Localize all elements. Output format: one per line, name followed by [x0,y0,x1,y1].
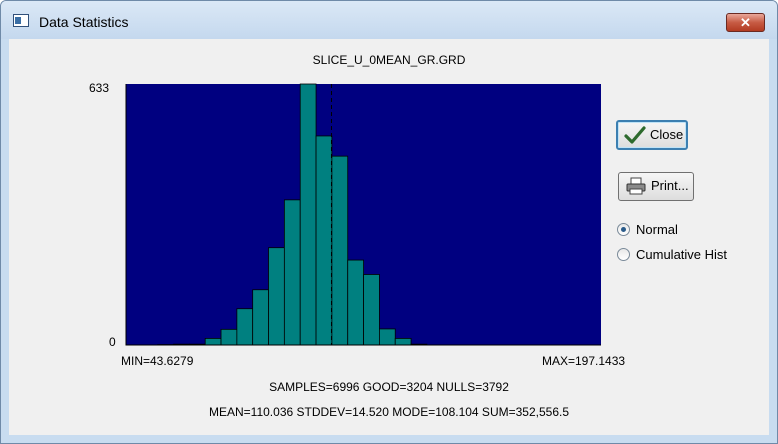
histogram-bar [252,289,269,346]
y-axis-min-label: 0 [109,335,116,349]
print-button[interactable]: Print... [618,172,694,201]
samples-stats-line: SAMPLES=6996 GOOD=3204 NULLS=3792 [269,380,509,394]
title-bar[interactable]: Data Statistics ✕ [1,1,777,39]
dialog-client-area: SLICE_U_0MEAN_GR.GRD 633 0 MIN=43.6279 M… [9,39,769,435]
normal-radio-label: Normal [636,222,678,237]
normal-radio[interactable] [617,223,630,236]
data-statistics-window: Data Statistics ✕ SLICE_U_0MEAN_GR.GRD 6… [0,0,778,444]
max-value-label: MAX=197.1433 [542,354,626,368]
min-value-label: MIN=43.6279 [121,354,194,368]
histogram-bar [299,83,317,346]
histogram-bar [204,338,222,346]
print-button-label: Print... [651,178,689,193]
cumulative-hist-radio-label: Cumulative Hist [636,247,728,262]
histogram-bar [236,308,254,346]
window-close-button[interactable]: ✕ [726,13,765,32]
histogram-bar [363,274,380,346]
histogram-bar [394,338,412,346]
histogram-bar [220,328,238,346]
close-button-label: Close [650,127,684,142]
histogram-bar [268,247,285,346]
close-button[interactable]: Close [616,120,688,150]
app-window-icon [13,14,29,27]
printer-icon [625,176,647,199]
histogram-bar [315,135,333,346]
histogram-bar [379,328,396,346]
histogram-chart [125,83,601,346]
histogram-bar [283,199,301,346]
checkmark-icon [624,125,646,148]
histogram-bar [347,259,364,346]
y-axis-max-label: 633 [89,81,110,95]
mean-stats-line: MEAN=110.036 STDDEV=14.520 MODE=108.104 … [209,405,569,419]
histogram-bar [331,155,349,346]
window-title: Data Statistics [39,14,129,30]
cumulative-hist-radio[interactable] [617,248,630,261]
